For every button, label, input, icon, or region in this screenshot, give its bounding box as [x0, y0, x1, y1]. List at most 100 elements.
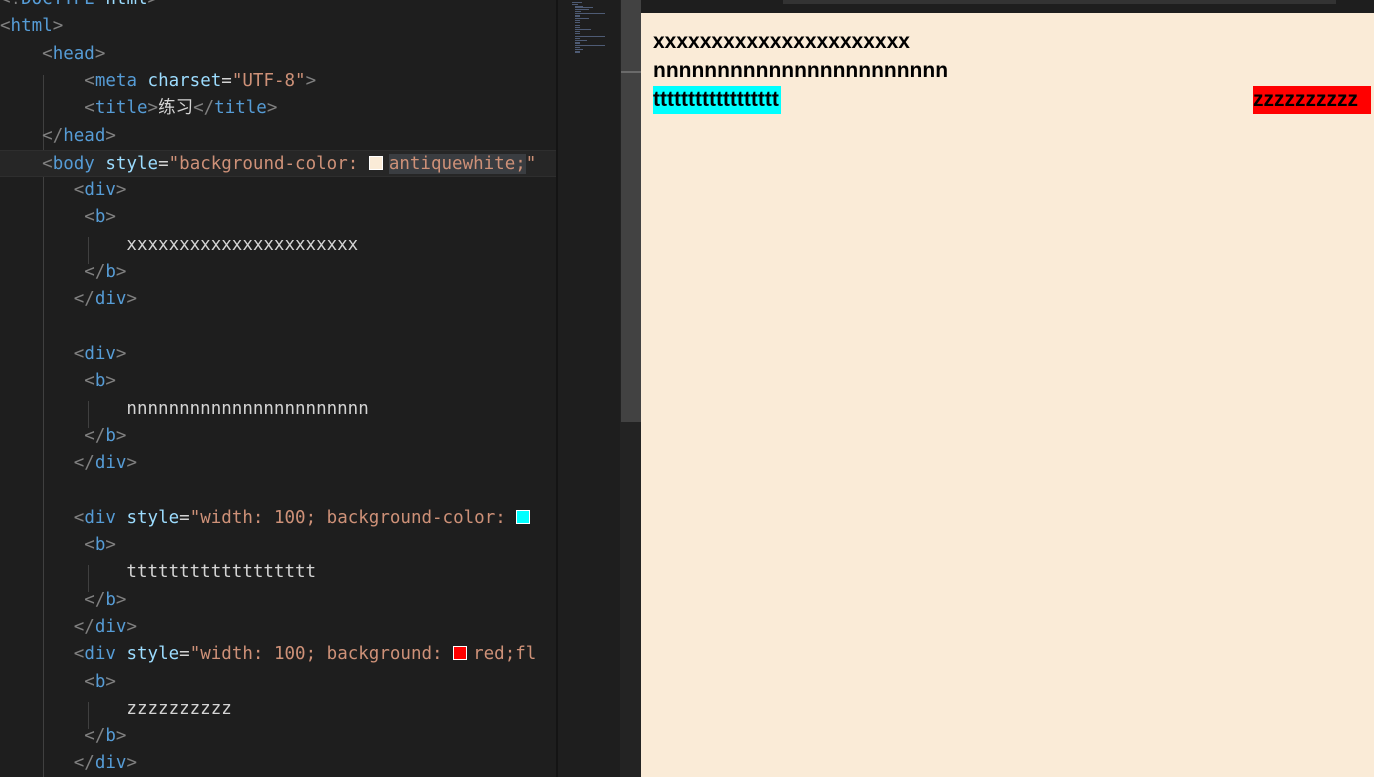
code-token: DOCTYPE — [21, 0, 95, 9]
code-token: head — [52, 43, 95, 64]
code-token: < — [84, 207, 95, 228]
code-token: b — [94, 671, 106, 692]
preview-text-n: nnnnnnnnnnnnnnnnnnnnnnn — [653, 59, 949, 82]
code-line[interactable]: <head> — [0, 41, 558, 68]
code-line[interactable]: <b> — [0, 532, 558, 559]
code-line[interactable]: </b> — [0, 259, 558, 286]
code-line[interactable]: </b> — [0, 587, 558, 614]
code-token: < — [73, 343, 85, 364]
code-token: </ — [84, 262, 106, 282]
code-line[interactable]: nnnnnnnnnnnnnnnnnnnnnnn — [0, 396, 558, 423]
code-token: < — [84, 371, 95, 392]
preview-text-x: xxxxxxxxxxxxxxxxxxxxxx — [653, 30, 910, 53]
code-token: b — [105, 589, 116, 610]
code-token: </ — [73, 753, 95, 774]
code-line[interactable]: tttttttttttttttttt — [0, 559, 558, 586]
code-line[interactable]: <div style="width: 100; background: red;… — [0, 641, 558, 668]
code-token: > — [126, 753, 137, 774]
code-line[interactable]: xxxxxxxxxxxxxxxxxxxxxx — [0, 232, 558, 259]
code-line[interactable] — [0, 314, 558, 341]
code-token: style — [115, 644, 180, 665]
code-token: </ — [84, 425, 106, 446]
code-token: > — [105, 371, 116, 392]
code-token: > — [105, 207, 116, 228]
code-line[interactable]: </div> — [0, 450, 558, 477]
browser-preview[interactable]: xxxxxxxxxxxxxxxxxxxxxx nnnnnnnnnnnnnnnnn… — [641, 0, 1374, 777]
code-token: </ — [73, 289, 95, 310]
code-token: ! — [11, 0, 22, 9]
code-token: title — [214, 98, 267, 119]
code-token: xxxxxxxxxxxxxxxxxxxxxx — [0, 234, 359, 255]
code-token: "width: 100; background-color: — [189, 507, 517, 528]
code-line[interactable]: <meta charset="UTF-8"> — [0, 68, 558, 95]
code-token: div — [84, 507, 116, 528]
color-swatch-icon[interactable] — [516, 509, 531, 524]
code-line[interactable]: </b> — [0, 423, 558, 450]
code-line[interactable]: </b> — [0, 723, 558, 750]
code-line[interactable]: <html> — [0, 13, 558, 40]
code-token: html — [10, 16, 53, 37]
code-token: > — [94, 43, 106, 64]
code-line[interactable]: zzzzzzzzzz — [0, 696, 558, 723]
color-swatch-icon[interactable] — [453, 646, 468, 661]
code-line[interactable]: </div> — [0, 614, 558, 641]
code-token: > — [52, 16, 64, 37]
code-line[interactable]: <b> — [0, 368, 558, 395]
minimap[interactable] — [558, 0, 620, 777]
color-swatch-icon[interactable] — [368, 155, 383, 170]
code-token: div — [94, 289, 127, 310]
code-token: html — [95, 0, 147, 9]
code-line[interactable] — [0, 477, 558, 504]
code-token: > — [148, 0, 159, 9]
code-token: title — [94, 98, 148, 119]
code-token: < — [84, 70, 95, 91]
code-line[interactable]: <b> — [0, 669, 558, 696]
code-token: style — [115, 507, 180, 528]
code-line[interactable]: <div style="width: 100; background-color… — [0, 505, 558, 532]
code-line[interactable]: <title>练习</title> — [0, 95, 558, 122]
code-line[interactable]: </head> — [0, 123, 558, 150]
code-line[interactable]: </div> — [0, 750, 558, 777]
code-line[interactable]: <!DOCTYPE html> — [0, 0, 558, 13]
code-token: b — [105, 262, 116, 282]
code-token: = — [179, 507, 190, 528]
code-token: = — [179, 644, 190, 665]
code-token: > — [115, 343, 127, 364]
code-token: </ — [84, 589, 106, 610]
code-line[interactable]: <body style="background-color: antiquewh… — [0, 149, 558, 177]
code-token: < — [42, 153, 53, 174]
code-line[interactable]: <b> — [0, 204, 558, 231]
code-line[interactable]: </div> — [0, 286, 558, 313]
code-token: < — [73, 644, 85, 665]
code-token: > — [115, 180, 127, 201]
code-token: > — [266, 98, 278, 119]
code-token: > — [147, 98, 159, 119]
preview-text-z-red: zzzzzzzzzz — [1253, 86, 1371, 114]
code-token: < — [73, 180, 85, 201]
code-token: = — [221, 70, 232, 91]
code-token: < — [73, 507, 85, 528]
code-token: charset — [137, 70, 222, 91]
minimap-line — [575, 52, 580, 54]
code-editor[interactable]: <!DOCTYPE html><html> <head> <meta chars… — [0, 0, 558, 777]
code-token: > — [115, 425, 127, 446]
code-token: div — [94, 753, 127, 774]
editor-scrollbar-thumb[interactable] — [621, 0, 641, 422]
code-line[interactable]: <div> — [0, 177, 558, 204]
code-token: </ — [73, 453, 95, 474]
code-token: div — [84, 343, 116, 364]
code-token: > — [126, 453, 137, 474]
preview-top-bar — [641, 0, 1374, 13]
code-token: antiquewhite; — [388, 153, 526, 174]
code-line[interactable]: <div> — [0, 341, 558, 368]
